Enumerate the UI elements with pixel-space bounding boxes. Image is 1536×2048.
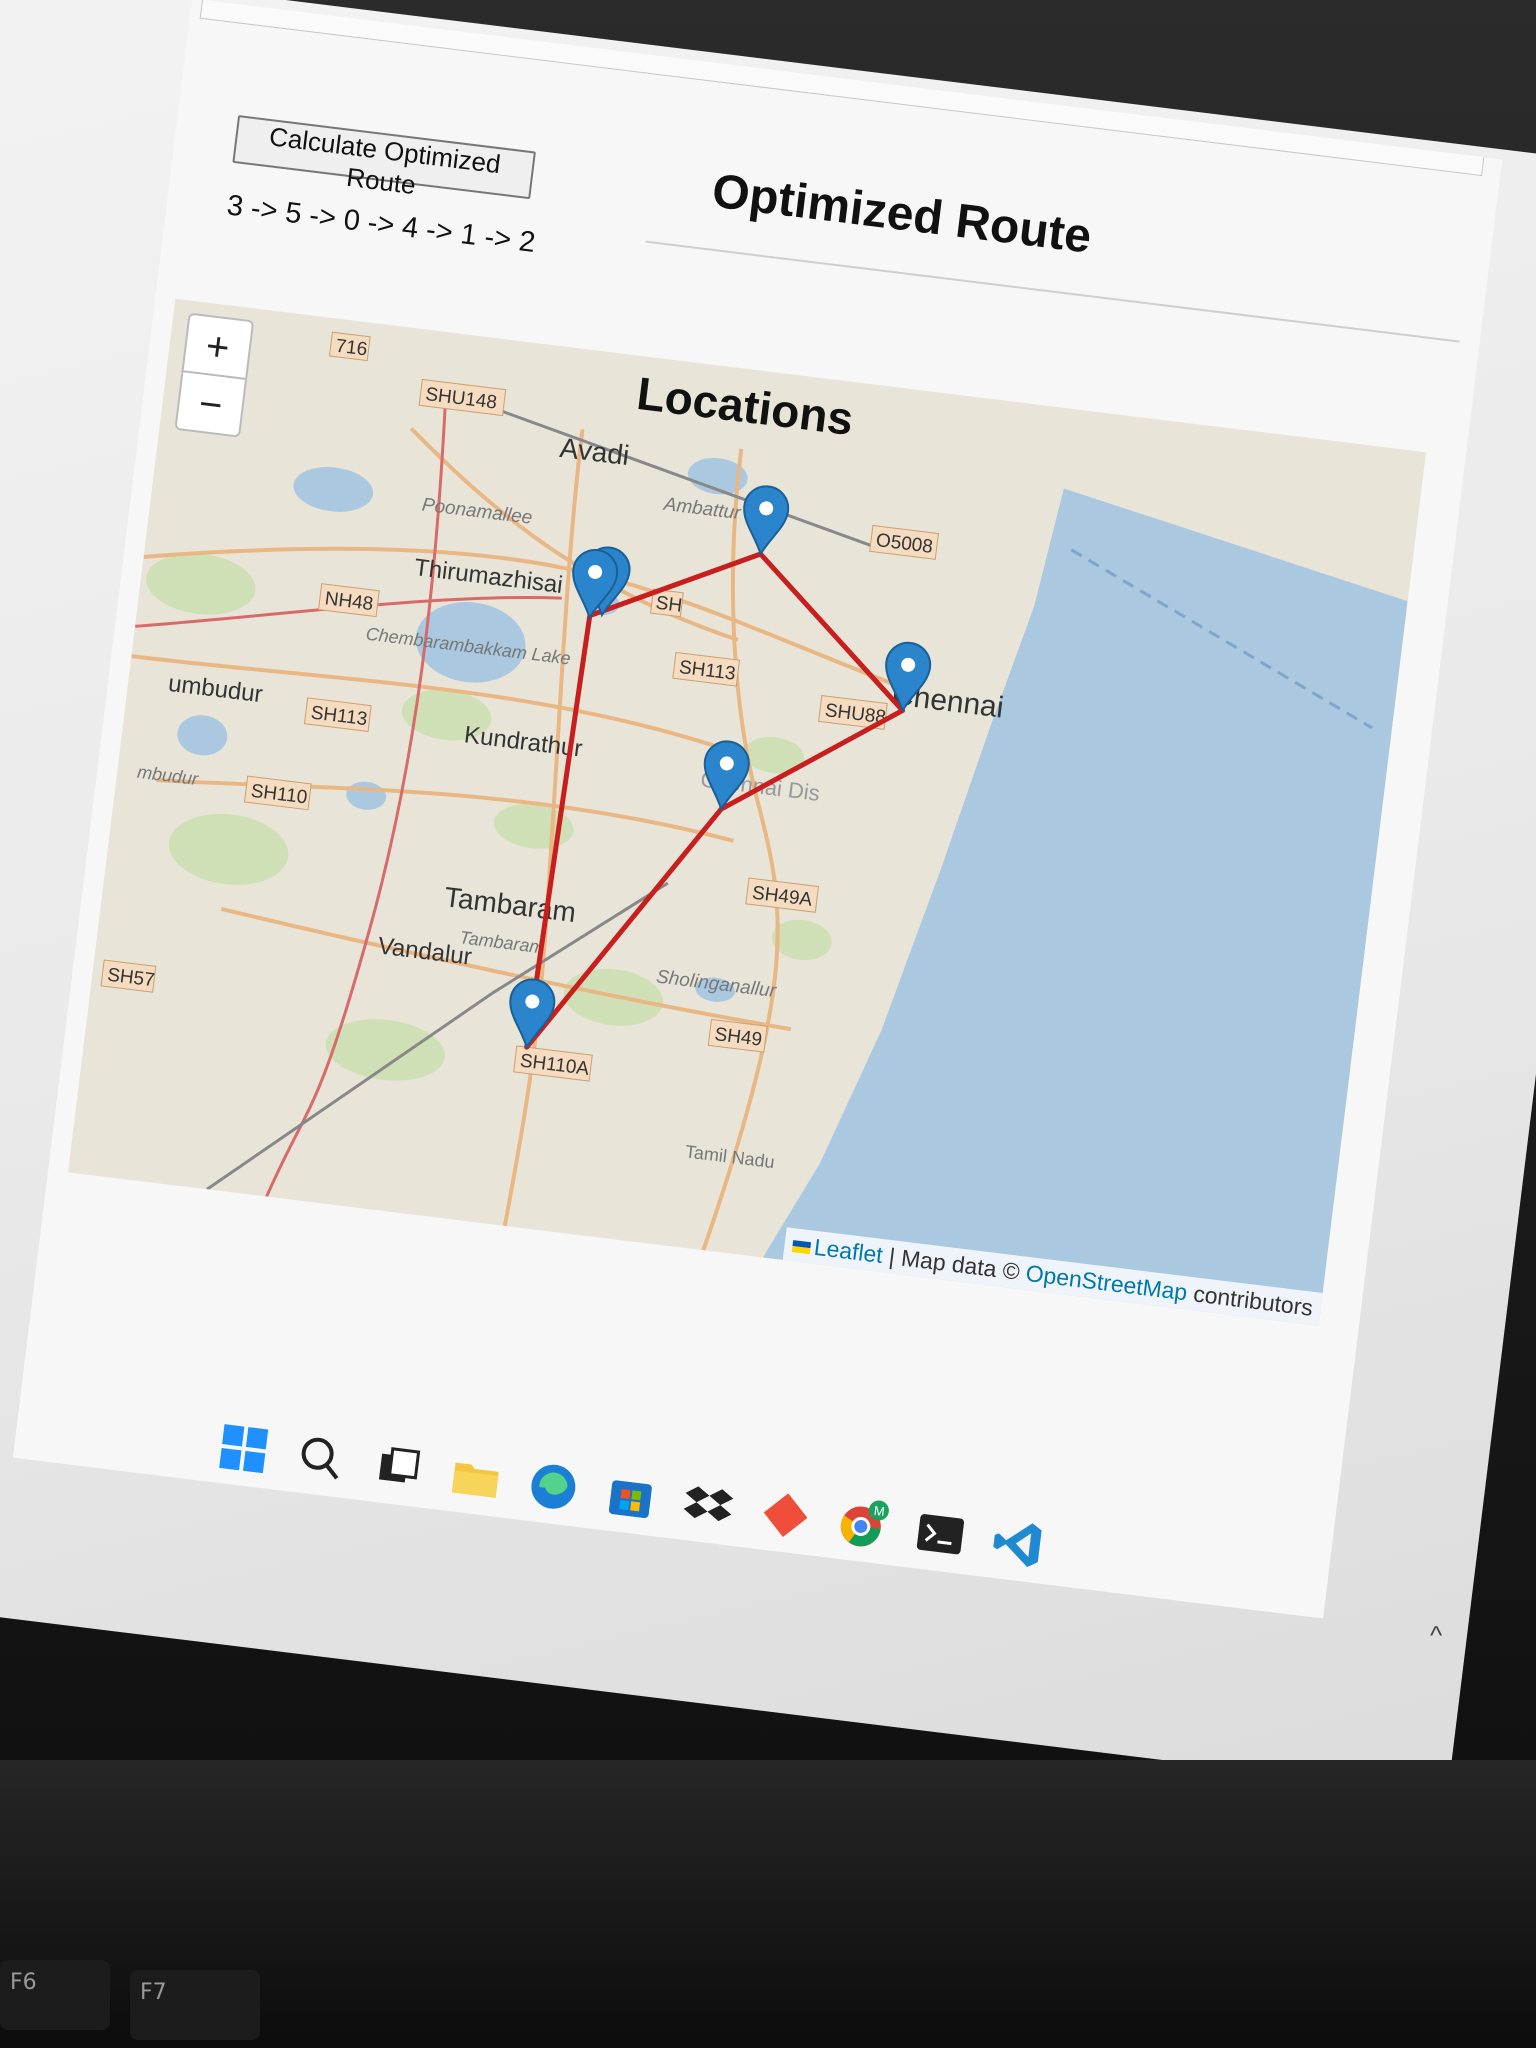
- file-explorer-icon[interactable]: [445, 1446, 507, 1508]
- zoom-out-button[interactable]: −: [174, 370, 248, 438]
- taskbar: M: [210, 1417, 1113, 1606]
- map-tiles: Avadi Ambattur Chennai Poonamallee Thiru…: [68, 298, 1426, 1326]
- route-sequence-text: 3 -> 5 -> 0 -> 4 -> 1 -> 2: [225, 189, 538, 260]
- laptop-keyboard: F6 F7: [0, 1760, 1536, 2048]
- vscode-icon[interactable]: [987, 1513, 1049, 1575]
- shield-sh: SH: [655, 593, 684, 617]
- key-f6: F6: [0, 1960, 110, 2030]
- map-container[interactable]: Avadi Ambattur Chennai Poonamallee Thiru…: [68, 298, 1426, 1326]
- tray-chevron-icon[interactable]: ^: [1430, 1620, 1456, 1650]
- terminal-icon[interactable]: [909, 1503, 971, 1565]
- web-page: Calculate Optimized Route 3 -> 5 -> 0 ->…: [12, 0, 1503, 1619]
- search-icon[interactable]: [290, 1427, 352, 1489]
- shield-716: 716: [334, 336, 368, 361]
- task-view-icon[interactable]: [367, 1436, 429, 1498]
- leaflet-link[interactable]: Leaflet: [813, 1234, 885, 1268]
- chrome-icon[interactable]: M: [832, 1494, 894, 1556]
- key-f7: F7: [130, 1970, 260, 2040]
- app-diamond-icon[interactable]: [754, 1484, 816, 1546]
- dropbox-icon[interactable]: [677, 1475, 739, 1537]
- store-icon[interactable]: [600, 1465, 662, 1527]
- screen: Calculate Optimized Route 3 -> 5 -> 0 ->…: [0, 0, 1536, 1795]
- edge-icon[interactable]: [522, 1455, 584, 1517]
- windows-start-icon[interactable]: [212, 1417, 274, 1479]
- chrome-profile-badge: M: [873, 1503, 886, 1519]
- calculate-optimized-route-button[interactable]: Calculate Optimized Route: [232, 115, 536, 200]
- page-title: Optimized Route: [709, 164, 1095, 264]
- zoom-in-button[interactable]: +: [181, 312, 255, 381]
- ukraine-flag-icon: [791, 1239, 811, 1255]
